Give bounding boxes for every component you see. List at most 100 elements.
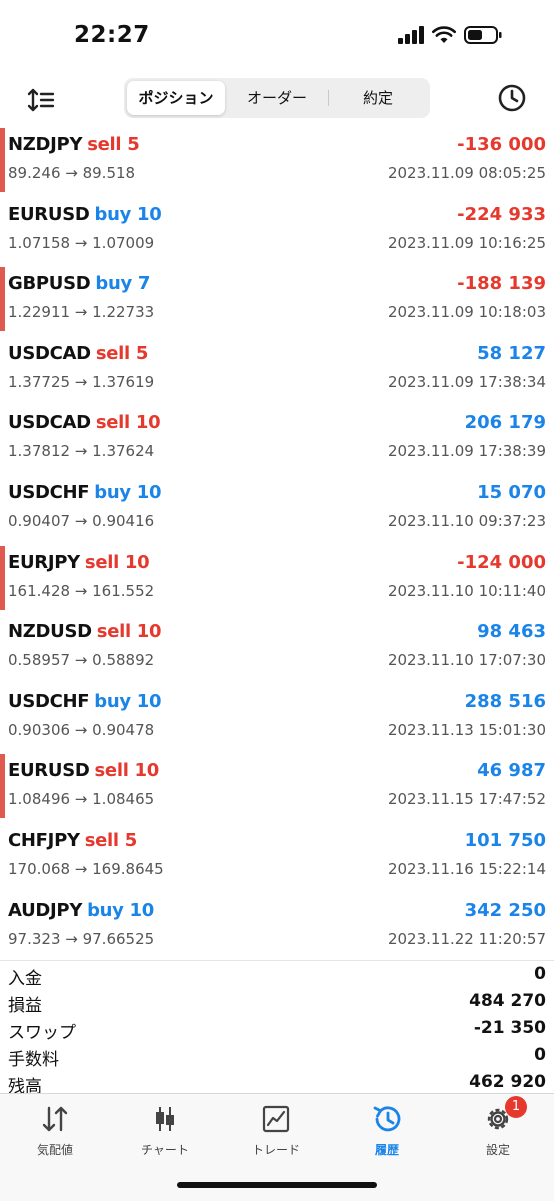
trade-side: buy 10 <box>87 899 155 921</box>
status-time: 22:27 <box>74 22 150 48</box>
symbol-name: AUDJPY <box>8 899 83 921</box>
summary-value: 0 <box>534 1045 546 1065</box>
segment-orders[interactable]: オーダー <box>228 81 326 115</box>
trade-row[interactable]: USDCAD sell 5 1.37725 → 1.37619 58 127 2023.… <box>0 335 554 405</box>
symbol-name: EURJPY <box>8 551 80 573</box>
trade-profit: 58 127 <box>477 342 546 364</box>
summary-value: 462 920 <box>469 1072 546 1092</box>
symbol-name: NZDUSD <box>8 621 92 643</box>
chart-icon <box>156 1107 174 1131</box>
trade-side: sell 5 <box>95 342 149 364</box>
summary-label: 入金 <box>8 969 42 989</box>
trade-row[interactable]: USDCAD sell 10 1.37812 → 1.37624 206 179 202… <box>0 404 554 474</box>
summary-row: 入金 0 <box>0 961 554 989</box>
trade-price: 0.90306 → 0.90478 <box>8 720 155 739</box>
trade-price: 1.37812 → 1.37624 <box>8 442 155 461</box>
summary-value: 484 270 <box>469 991 546 1011</box>
trade-profit: -124 000 <box>457 551 546 573</box>
trade-date: 2023.11.13 15:01:30 <box>387 720 546 739</box>
battery-icon <box>464 26 502 44</box>
trade-side: buy 10 <box>94 203 162 225</box>
trade-side: sell 5 <box>84 829 138 851</box>
trade-profit: 46 987 <box>477 760 546 782</box>
trade-side: buy 10 <box>94 690 162 712</box>
status-bar: 22:27 <box>0 0 554 72</box>
trade-price: 0.90407 → 0.90416 <box>8 511 155 530</box>
toolbar: ポジション オーダー 約定 <box>0 76 554 122</box>
symbol-name: NZDJPY <box>8 134 83 155</box>
trade-row[interactable]: EURUSD sell 10 1.08496 → 1.08465 46 987 2023… <box>0 752 554 822</box>
trade-symbol: USDCAD sell 5 <box>8 343 148 364</box>
clock-icon[interactable] <box>496 82 528 114</box>
tab-history[interactable]: 履歴 <box>332 1102 442 1158</box>
trade-side: buy 10 <box>94 481 162 503</box>
segment-positions[interactable]: ポジション <box>127 81 225 115</box>
tab-label: トレード <box>251 1143 300 1157</box>
trade-symbol: NZDJPY sell 5 <box>8 134 140 155</box>
trade-date: 2023.11.09 17:38:34 <box>387 372 546 391</box>
segment-deals[interactable]: 約定 <box>329 81 427 115</box>
trade-profit: -188 139 <box>457 273 546 295</box>
trade-price: 1.37725 → 1.37619 <box>8 372 155 391</box>
trade-price: 161.428 → 161.552 <box>8 581 155 600</box>
trade-profit: -136 000 <box>457 134 546 155</box>
symbol-name: GBPUSD <box>8 273 91 295</box>
summary-row: スワップ -21 350 <box>0 1015 554 1043</box>
trade-date: 2023.11.09 08:05:25 <box>387 164 546 182</box>
tab-settings[interactable]: 1 設定 <box>443 1096 553 1158</box>
trade-row[interactable]: EURUSD buy 10 1.07158 → 1.07009 -224 933 202… <box>0 196 554 266</box>
trade-date: 2023.11.16 15:22:14 <box>387 859 546 878</box>
trade-profit: 101 750 <box>464 829 546 851</box>
history-icon <box>373 1106 401 1132</box>
summary-label: 損益 <box>8 996 42 1016</box>
trade-row[interactable]: CHFJPY sell 5 170.068 → 169.8645 101 750 202… <box>0 822 554 892</box>
symbol-name: USDCHF <box>8 481 90 503</box>
trade-date: 2023.11.10 09:37:23 <box>387 511 546 530</box>
trade-price: 89.246 → 89.518 <box>8 164 136 182</box>
trade-date: 2023.11.10 17:07:30 <box>387 651 546 670</box>
trade-icon <box>262 1105 290 1133</box>
quotes-icon <box>42 1106 68 1132</box>
sort-icon[interactable] <box>26 84 58 116</box>
trade-row[interactable]: NZDUSD sell 10 0.58957 → 0.58892 98 463 2023… <box>0 613 554 683</box>
trade-row[interactable]: EURJPY sell 10 161.428 → 161.552 -124 000 20… <box>0 544 554 614</box>
trade-symbol: NZDUSD sell 10 <box>8 621 162 643</box>
trade-profit: 342 250 <box>464 899 546 921</box>
trade-row[interactable]: NZDJPY sell 5 89.246 → 89.518 -136 000 2023.… <box>0 126 554 196</box>
notification-badge: 1 <box>505 1096 527 1118</box>
trade-date: 2023.11.09 17:38:39 <box>387 442 546 461</box>
loss-marker <box>0 545 5 610</box>
trade-profit: 288 516 <box>464 690 546 712</box>
loss-marker <box>0 128 5 192</box>
trade-side: sell 5 <box>87 134 140 155</box>
tab-label: 設定 <box>485 1143 510 1157</box>
trade-row[interactable]: USDCHF buy 10 0.90306 → 0.90478 288 516 2023… <box>0 683 554 753</box>
trade-symbol: EURUSD sell 10 <box>8 760 159 781</box>
tab-trade[interactable]: トレード <box>221 1102 331 1158</box>
trade-row[interactable]: AUDJPY buy 10 97.323 → 97.66525 342 250 2023… <box>0 892 554 962</box>
trade-row[interactable]: USDCHF buy 10 0.90407 → 0.90416 15 070 2023.… <box>0 474 554 544</box>
loss-marker <box>0 267 5 332</box>
symbol-name: USDCAD <box>8 342 91 364</box>
tab-quotes[interactable]: 気配値 <box>0 1102 110 1158</box>
trade-date: 2023.11.10 10:11:40 <box>387 581 546 600</box>
tab-label: 履歴 <box>374 1143 399 1157</box>
summary-label: スワップ <box>8 1023 76 1043</box>
trade-symbol: EURJPY sell 10 <box>8 551 150 573</box>
trade-date: 2023.11.09 10:18:03 <box>387 303 546 322</box>
trade-symbol: CHFJPY sell 5 <box>8 830 137 851</box>
trade-price: 97.323 → 97.66525 <box>8 929 155 948</box>
trade-row[interactable]: GBPUSD buy 7 1.22911 → 1.22733 -188 139 2023… <box>0 265 554 335</box>
wifi-icon <box>432 26 456 43</box>
trade-profit: 15 070 <box>477 481 546 503</box>
summary-panel: 入金 0 損益 484 270 スワップ -21 350 手数料 0 残高 462 920 <box>0 960 554 1097</box>
summary-row: 損益 484 270 <box>0 988 554 1016</box>
trade-price: 1.22911 → 1.22733 <box>8 303 155 322</box>
trade-date: 2023.11.09 10:16:25 <box>387 233 546 252</box>
tab-chart[interactable]: チャート <box>110 1102 220 1158</box>
trade-symbol: USDCAD sell 10 <box>8 412 161 433</box>
symbol-name: EURUSD <box>8 760 90 782</box>
tab-label: チャート <box>141 1143 189 1157</box>
summary-value: -21 350 <box>473 1018 546 1038</box>
trade-symbol: USDCHF buy 10 <box>8 481 162 503</box>
